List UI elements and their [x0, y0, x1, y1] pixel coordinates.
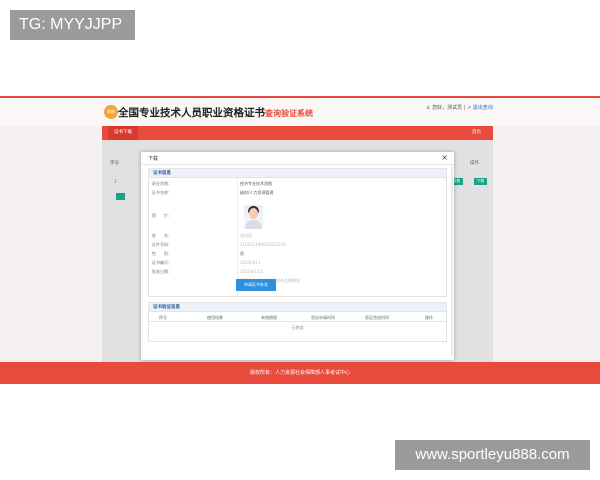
tab-certificate-download[interactable]: 证书下载 [108, 126, 138, 140]
info-key: 照 片： [152, 213, 172, 218]
site-logo-icon: 资格 [104, 105, 118, 119]
table-header-index: 序号 [110, 161, 119, 166]
info-key: 批准日期： [152, 269, 172, 274]
info-key: 性 别： [152, 251, 172, 256]
nav-home-link[interactable]: 首页 [472, 126, 481, 140]
site-header: 资格 全国专业技术人员职业资格证书查询验证系统 ♙ 您好，测试员 | ➚ 退出查… [0, 98, 600, 126]
empty-table-message: 无数据 [291, 325, 304, 330]
col-header: 操作 [425, 315, 433, 320]
site-title-sub: 查询验证系统 [265, 109, 313, 118]
verification-table-header: 序号 使用场景 有效期限 验证申请时间 验证完成时间 操作 [149, 313, 446, 322]
user-links: ♙ 您好，测试员 | ➚ 退出查询 [426, 104, 493, 111]
close-icon[interactable]: × [441, 153, 448, 162]
user-icon: ♙ [426, 105, 431, 111]
info-value: 经济专业技术资格 [240, 181, 272, 186]
info-value: 测试员 [240, 233, 252, 238]
info-key: 证件号码： [152, 242, 172, 247]
info-value: 男 [240, 251, 244, 256]
info-key: 证书名称： [152, 190, 172, 195]
col-header: 验证完成时间 [365, 315, 389, 320]
main-navbar: 证书下载 首页 [102, 126, 493, 140]
table-row-index: 1 [114, 179, 117, 184]
info-key: 职业资格： [152, 181, 172, 186]
modal-title: 下载 [148, 156, 159, 162]
site-title-main: 全国专业技术人员职业资格证书 [118, 107, 265, 119]
site-title: 全国专业技术人员职业资格证书查询验证系统 [118, 105, 313, 120]
user-greeting[interactable]: 您好，测试员 [432, 105, 462, 111]
watermark-bottom: www.sportleyu888.com [395, 440, 590, 470]
info-key: 证书编号： [152, 260, 172, 265]
info-value: 级别/人力资源管理 [240, 190, 274, 195]
logout-link[interactable]: 退出查询 [473, 105, 493, 111]
download-button[interactable]: 下载 [474, 178, 487, 185]
modal-scrollbar[interactable] [451, 166, 453, 356]
logout-icon: ➚ [466, 105, 472, 111]
info-value: 2023年11月 [240, 269, 264, 274]
download-modal: 下载 × 证书信息 职业资格： 经济专业技术资格 证书名称： 级别/人力资源管理 照… [141, 152, 454, 360]
info-value: 110101199001011234 [240, 242, 286, 247]
col-header: 有效期限 [261, 315, 277, 320]
watermark-top: TG: MYYJJPP [10, 10, 135, 40]
portrait-photo [244, 205, 263, 229]
col-header: 序号 [159, 315, 167, 320]
info-value: 20230011 [240, 260, 261, 265]
modal-header: 下载 × [141, 152, 454, 165]
site-footer: 版权所有：人力资源社会保障部人事考试中心 [0, 362, 600, 384]
apply-reissue-button[interactable]: 申请证书补发 [236, 279, 276, 291]
col-header: 使用场景 [207, 315, 223, 320]
info-key: 姓 名： [152, 233, 172, 238]
table-header-action: 操作 [470, 161, 479, 166]
certificate-info-section: 证书信息 职业资格： 经济专业技术资格 证书名称： 级别/人力资源管理 照 片： 姓… [148, 168, 447, 297]
col-header: 验证申请时间 [311, 315, 335, 320]
section-title-verification: 证书验证信息 [149, 303, 446, 312]
section-title-cert-info: 证书信息 [149, 169, 446, 178]
verification-info-section: 证书验证信息 序号 使用场景 有效期限 验证申请时间 验证完成时间 操作 无数据 [148, 302, 447, 342]
row-select-button[interactable] [116, 193, 125, 200]
app-screenshot: 资格 全国专业技术人员职业资格证书查询验证系统 ♙ 您好，测试员 | ➚ 退出查… [0, 96, 600, 384]
